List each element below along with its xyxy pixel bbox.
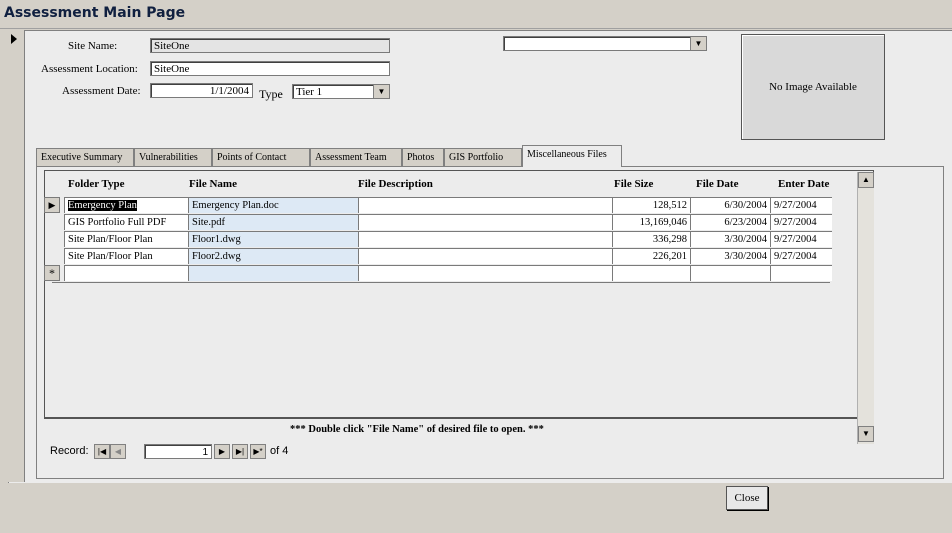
record-label: Record: [50, 445, 89, 457]
assessment-location-label: Assessment Location: [41, 63, 138, 75]
enter-date-cell[interactable]: 9/27/2004 [770, 231, 832, 247]
vertical-scrollbar[interactable]: ▲ ▼ [857, 172, 874, 444]
last-record-icon[interactable]: ▶| [232, 444, 248, 459]
record-count-text: of 4 [270, 445, 289, 457]
enter-date-cell[interactable]: 9/27/2004 [770, 197, 832, 213]
enter-date-cell[interactable] [770, 265, 832, 281]
header-file-date: File Date [696, 178, 739, 190]
table-row[interactable]: ▶ Emergency Plan Emergency Plan.doc 128,… [44, 197, 832, 214]
folder-type-cell[interactable]: GIS Portfolio Full PDF [64, 214, 188, 230]
site-name-field[interactable]: SiteOne [150, 38, 390, 53]
type-label: Type [259, 87, 283, 101]
type-combo[interactable]: Tier 1 ▼ [292, 84, 390, 99]
tab-gis-portfolio[interactable]: GIS Portfolio [444, 148, 522, 166]
tab-miscellaneous-files[interactable]: Miscellaneous Files [522, 145, 622, 167]
file-name-cell[interactable] [188, 265, 358, 281]
folder-type-cell[interactable]: Emergency Plan [64, 197, 188, 213]
file-size-cell[interactable]: 226,201 [612, 248, 690, 264]
file-date-cell[interactable]: 6/30/2004 [690, 197, 770, 213]
header-folder-type: Folder Type [68, 178, 125, 190]
enter-date-cell[interactable]: 9/27/2004 [770, 214, 832, 230]
table-row[interactable]: Site Plan/Floor Plan Floor2.dwg 226,201 … [52, 248, 832, 265]
file-size-cell[interactable] [612, 265, 690, 281]
open-file-hint: *** Double click "File Name" of desired … [290, 424, 544, 435]
current-record-arrow-icon [11, 34, 17, 44]
type-combo-value: Tier 1 [296, 86, 323, 98]
chevron-down-icon[interactable]: ▼ [373, 85, 389, 98]
file-description-cell[interactable] [358, 214, 612, 230]
record-selector-bar[interactable] [8, 30, 25, 482]
first-record-icon[interactable]: |◀ [94, 444, 110, 459]
tab-vulnerabilities[interactable]: Vulnerabilities [134, 148, 212, 166]
tab-assessment-team[interactable]: Assessment Team [310, 148, 402, 166]
scroll-up-icon[interactable]: ▲ [858, 172, 874, 188]
subform-footer-divider [44, 418, 857, 419]
file-date-cell[interactable]: 3/30/2004 [690, 231, 770, 247]
table-row[interactable]: GIS Portfolio Full PDF Site.pdf 13,169,0… [52, 214, 832, 231]
tab-photos[interactable]: Photos [402, 148, 444, 166]
tab-points-of-contact[interactable]: Points of Contact [212, 148, 310, 166]
window-titlebar: Assessment Main Page [0, 0, 952, 29]
file-date-cell[interactable]: 6/23/2004 [690, 214, 770, 230]
file-name-cell[interactable]: Floor1.dwg [188, 231, 358, 247]
top-combo[interactable]: ▼ [503, 36, 707, 51]
folder-type-cell[interactable] [64, 265, 188, 281]
new-record-icon[interactable]: ▶* [250, 444, 266, 459]
file-name-cell[interactable]: Floor2.dwg [188, 248, 358, 264]
file-size-cell[interactable]: 336,298 [612, 231, 690, 247]
file-size-cell[interactable]: 128,512 [612, 197, 690, 213]
assessment-date-label: Assessment Date: [62, 85, 141, 97]
enter-date-cell[interactable]: 9/27/2004 [770, 248, 832, 264]
header-enter-date: Enter Date [778, 178, 830, 190]
file-date-cell[interactable]: 3/30/2004 [690, 248, 770, 264]
close-button[interactable]: Close [726, 486, 768, 510]
chevron-down-icon[interactable]: ▼ [690, 37, 706, 50]
file-date-cell[interactable] [690, 265, 770, 281]
scroll-down-icon[interactable]: ▼ [858, 426, 874, 442]
file-description-cell[interactable] [358, 231, 612, 247]
assessment-location-field[interactable]: SiteOne [150, 61, 390, 76]
file-name-cell[interactable]: Site.pdf [188, 214, 358, 230]
file-description-cell[interactable] [358, 248, 612, 264]
folder-type-cell[interactable]: Site Plan/Floor Plan [64, 248, 188, 264]
file-name-cell[interactable]: Emergency Plan.doc [188, 197, 358, 213]
record-number-field[interactable]: 1 [144, 444, 212, 459]
site-name-label: Site Name: [68, 40, 118, 52]
no-image-text: No Image Available [769, 81, 857, 93]
previous-record-icon[interactable]: ◀ [110, 444, 126, 459]
next-record-icon[interactable]: ▶ [214, 444, 230, 459]
current-row-arrow-icon[interactable]: ▶ [44, 197, 60, 213]
folder-type-value: Emergency Plan [68, 200, 137, 211]
record-navigator: Record: |◀ ◀ 1 ▶ ▶| ▶* of 4 [44, 444, 304, 462]
file-description-cell[interactable] [358, 197, 612, 213]
tab-executive-summary[interactable]: Executive Summary [36, 148, 134, 166]
header-file-description: File Description [358, 178, 433, 190]
file-size-cell[interactable]: 13,169,046 [612, 214, 690, 230]
assessment-date-field[interactable]: 1/1/2004 [150, 83, 253, 98]
new-record-row[interactable]: * [44, 265, 832, 283]
image-placeholder: No Image Available [741, 34, 885, 140]
new-record-asterisk-icon: * [44, 265, 60, 281]
window-title: Assessment Main Page [4, 5, 186, 21]
folder-type-cell[interactable]: Site Plan/Floor Plan [64, 231, 188, 247]
header-file-name: File Name [189, 178, 237, 190]
table-row[interactable]: Site Plan/Floor Plan Floor1.dwg 336,298 … [52, 231, 832, 248]
file-description-cell[interactable] [358, 265, 612, 281]
header-file-size: File Size [614, 178, 654, 190]
